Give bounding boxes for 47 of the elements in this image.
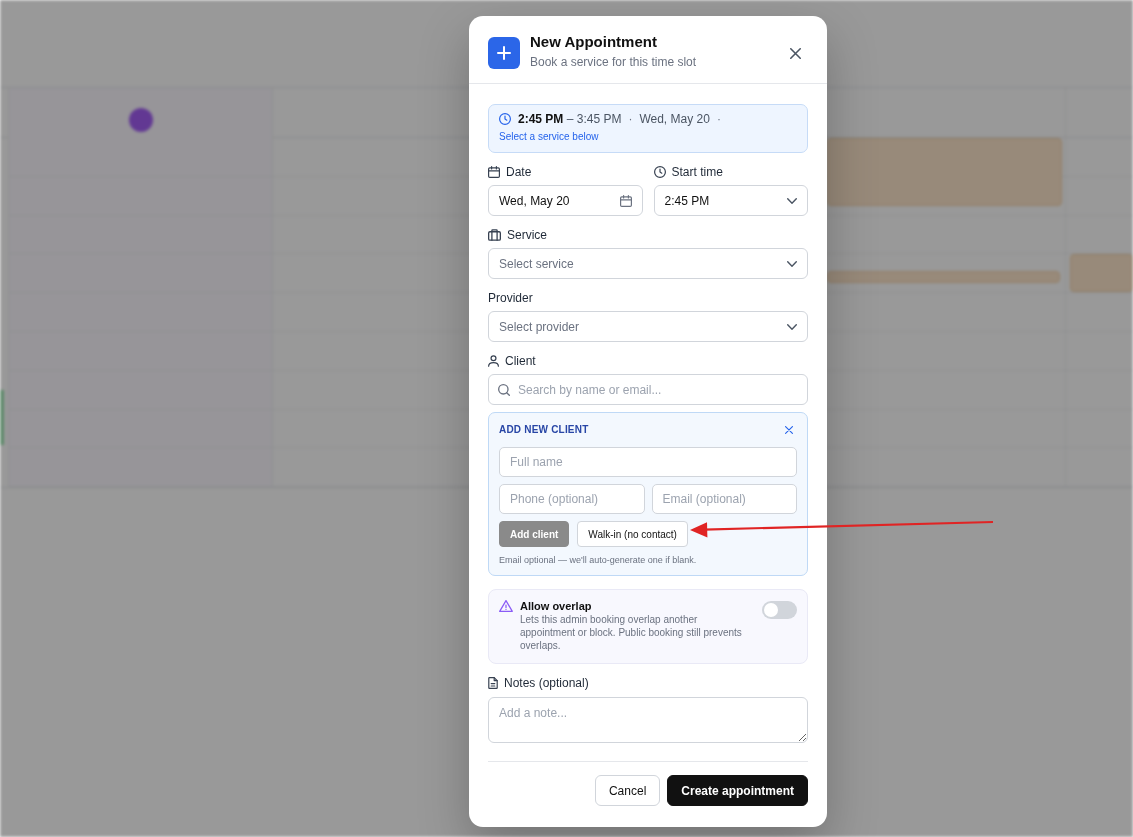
document-icon — [488, 677, 498, 689]
provider-select[interactable]: Select provider — [488, 311, 808, 342]
search-field[interactable]: Search by name or email... — [488, 374, 808, 405]
overlap-toggle[interactable] — [762, 601, 797, 619]
date-field[interactable]: Wed, May 20 — [488, 185, 643, 216]
notes-field[interactable]: Add a note... — [488, 697, 808, 743]
dialog-title: New Appointment — [530, 33, 658, 51]
field-label: Provider — [488, 290, 533, 306]
create-appointment-button[interactable]: Create appointment — [667, 775, 808, 806]
separator-dot: · — [628, 111, 633, 127]
field-label: Client — [505, 353, 536, 369]
clock-icon — [653, 166, 666, 178]
close-icon[interactable] — [785, 425, 793, 434]
person-icon — [488, 355, 499, 367]
event-card — [0, 390, 4, 445]
section-title: ADD NEW CLIENT — [499, 423, 589, 436]
clock-icon — [499, 113, 511, 125]
search-icon — [498, 384, 510, 396]
email-field[interactable]: Email (optional) — [651, 484, 797, 514]
plus-icon — [488, 37, 520, 69]
calendar-icon — [619, 194, 632, 207]
full-name-field[interactable]: Full name — [499, 447, 797, 477]
time-range: 2:45 PM – 3:45 PM — [518, 111, 622, 127]
hint-text: Select a service below — [499, 130, 600, 143]
dialog-subtitle: Book a service for this time slot — [530, 54, 697, 70]
cancel-button[interactable]: Cancel — [594, 775, 661, 806]
close-icon[interactable] — [790, 48, 801, 59]
warning-icon — [499, 600, 513, 612]
field-label: Start time — [671, 164, 723, 180]
field-label: Date — [506, 164, 532, 180]
event-card — [1070, 254, 1133, 292]
phone-field[interactable]: Phone (optional) — [499, 484, 645, 514]
field-label: Notes (optional) — [504, 675, 589, 691]
overlap-description: Lets this admin booking overlap another appointment or block. Public booking still prevents overlaps. — [520, 613, 743, 652]
helper-text: Email optional — we'll auto-generate one if blank. — [499, 554, 698, 566]
chevron-down-icon — [787, 197, 797, 204]
service-select[interactable]: Select service — [488, 248, 808, 279]
separator-dot: · — [716, 111, 721, 127]
walk-in-button[interactable]: Walk-in (no contact) — [577, 521, 688, 547]
field-label: Service — [507, 227, 547, 243]
calendar-icon — [488, 166, 500, 178]
overlap-title: Allow overlap — [520, 599, 593, 613]
chevron-down-icon — [787, 260, 797, 267]
chevron-down-icon — [787, 323, 797, 330]
briefcase-icon — [488, 229, 501, 241]
date-text: Wed, May 20 — [639, 111, 710, 127]
start-time-select[interactable]: 2:45 PM — [653, 185, 808, 216]
